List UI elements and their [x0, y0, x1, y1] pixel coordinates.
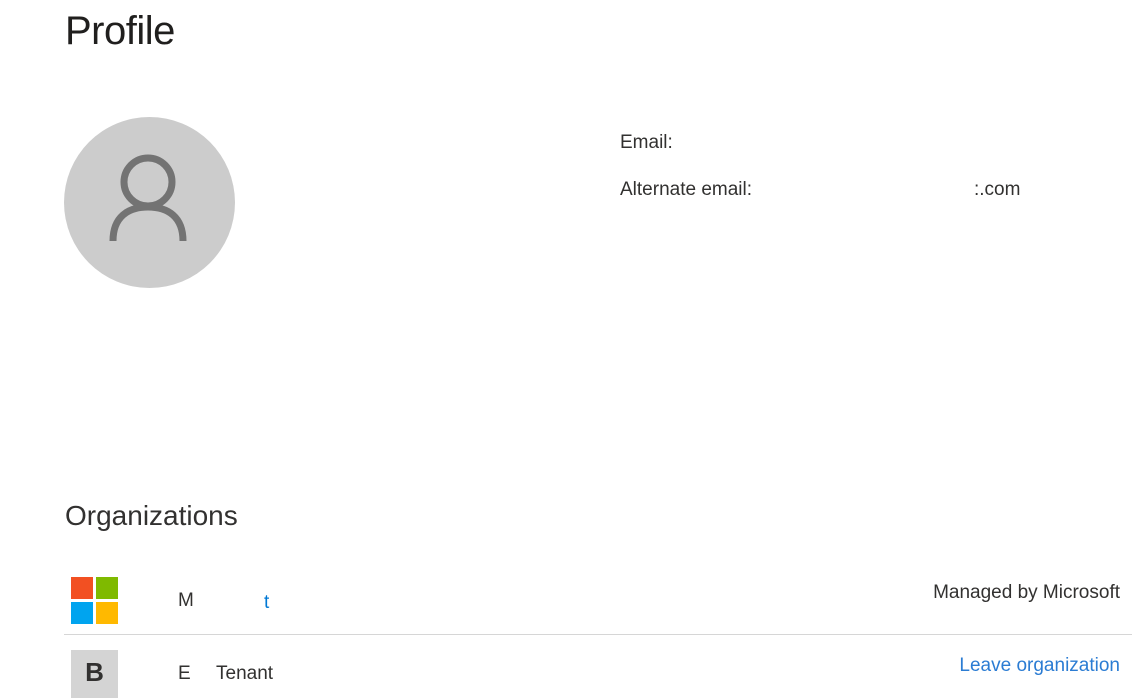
organization-tile: B: [71, 650, 118, 698]
avatar: [64, 117, 235, 288]
email-label: Email:: [620, 132, 673, 153]
organization-row: B E Tenant Leave organization: [64, 635, 1132, 698]
organization-name-suffix: Tenant: [216, 663, 274, 684]
organization-row: M t Managed by Microsoft: [64, 568, 1132, 635]
profile-page: Profile Email: Alternate email: :.com Or…: [0, 0, 1148, 698]
organizations-title: Organizations: [65, 500, 238, 531]
organization-name[interactable]: E: [178, 662, 191, 686]
organization-name[interactable]: M: [178, 589, 194, 613]
alternate-email-value: :.com: [974, 179, 1021, 200]
leave-organization-link[interactable]: Leave organization: [959, 654, 1120, 678]
person-icon: [109, 154, 187, 242]
organization-status: Managed by Microsoft: [933, 582, 1120, 603]
microsoft-logo-icon: [71, 577, 118, 624]
page-title: Profile: [65, 9, 175, 53]
alternate-email-label: Alternate email:: [620, 179, 753, 200]
organization-name-tail: t: [264, 592, 270, 613]
